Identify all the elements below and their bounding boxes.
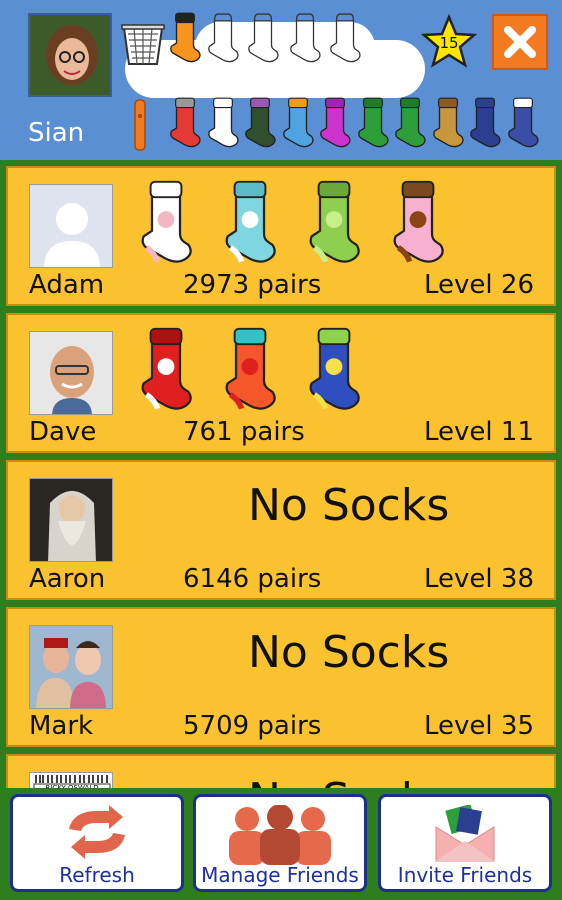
friend-card[interactable]: RICKY OSWALD No Socks: [6, 754, 556, 788]
refresh-label: Refresh: [59, 863, 135, 887]
level-star-value: 15: [439, 34, 458, 52]
shelf-sock[interactable]: [393, 92, 427, 156]
refresh-button[interactable]: Refresh: [10, 794, 184, 892]
friend-sock[interactable]: [222, 176, 278, 270]
shelf-sock[interactable]: [168, 92, 202, 156]
shelf-sock[interactable]: [206, 92, 240, 156]
bottom-toolbar: Refresh Manage Friends Invite Friends: [0, 788, 562, 900]
friend-pairs-count: 761 pairs: [183, 417, 305, 447]
friend-card[interactable]: Adam 2973 pairs Level 26: [6, 166, 556, 306]
friend-avatar: [29, 625, 113, 709]
player-header: Sian 15: [0, 0, 562, 160]
shelf-sock[interactable]: [318, 92, 352, 156]
friend-sock[interactable]: [306, 323, 362, 417]
friend-card[interactable]: Mark 5709 pairs Level 35 No Socks: [6, 607, 556, 747]
friend-name: Mark: [29, 711, 94, 741]
invite-friends-label: Invite Friends: [397, 863, 533, 887]
shelf-sock[interactable]: [506, 92, 540, 156]
player-name: Sian: [28, 118, 85, 148]
friend-sock[interactable]: [138, 176, 194, 270]
friend-level: Level 26: [424, 270, 534, 300]
refresh-icon: [69, 805, 125, 859]
friend-level: Level 38: [424, 564, 534, 594]
close-icon: [504, 26, 536, 58]
shelf-sock[interactable]: [243, 92, 277, 156]
clothes-peg-icon: [132, 98, 148, 156]
friend-name: Aaron: [29, 564, 106, 594]
friend-level: Level 35: [424, 711, 534, 741]
shelf-sock[interactable]: [281, 92, 315, 156]
empty-sock-slot[interactable]: [328, 8, 362, 70]
shelf-sock[interactable]: [468, 92, 502, 156]
close-button[interactable]: [492, 14, 548, 70]
friend-card[interactable]: Dave 761 pairs Level 11: [6, 313, 556, 453]
manage-friends-label: Manage Friends: [201, 863, 359, 887]
empty-sock-slot[interactable]: [246, 8, 280, 70]
no-socks-label: No Socks: [248, 774, 449, 788]
level-star-icon: 15: [420, 13, 478, 74]
friend-pairs-count: 6146 pairs: [183, 564, 322, 594]
friend-pairs-count: 5709 pairs: [183, 711, 322, 741]
player-avatar[interactable]: [28, 13, 112, 97]
invite-friends-button[interactable]: Invite Friends: [378, 794, 552, 892]
friend-sock[interactable]: [138, 323, 194, 417]
friend-sock[interactable]: [390, 176, 446, 270]
friend-pairs-count: 2973 pairs: [183, 270, 322, 300]
friend-avatar: [29, 478, 113, 562]
friend-level: Level 11: [424, 417, 534, 447]
no-socks-label: No Socks: [248, 627, 450, 678]
friend-avatar: [29, 331, 113, 415]
friends-list[interactable]: Adam 2973 pairs Level 26 Dave 761 pairs Level…: [0, 160, 562, 788]
friend-sock[interactable]: [222, 323, 278, 417]
envelope-icon: [435, 805, 495, 862]
empty-sock-slot[interactable]: [206, 8, 240, 70]
manage-friends-button[interactable]: Manage Friends: [193, 794, 367, 892]
no-socks-label: No Socks: [248, 480, 450, 531]
people-group-icon: [229, 805, 331, 865]
friend-name: Dave: [29, 417, 97, 447]
empty-sock-slot[interactable]: [288, 8, 322, 70]
friend-card[interactable]: Aaron 6146 pairs Level 38 No Socks: [6, 460, 556, 600]
friend-avatar: [29, 184, 113, 268]
friend-avatar: RICKY OSWALD: [29, 772, 113, 788]
selected-sock[interactable]: [168, 8, 202, 70]
bin-icon[interactable]: [120, 22, 166, 70]
friend-name: Adam: [29, 270, 105, 300]
shelf-sock[interactable]: [431, 92, 465, 156]
friend-sock[interactable]: [306, 176, 362, 270]
shelf-sock[interactable]: [356, 92, 390, 156]
